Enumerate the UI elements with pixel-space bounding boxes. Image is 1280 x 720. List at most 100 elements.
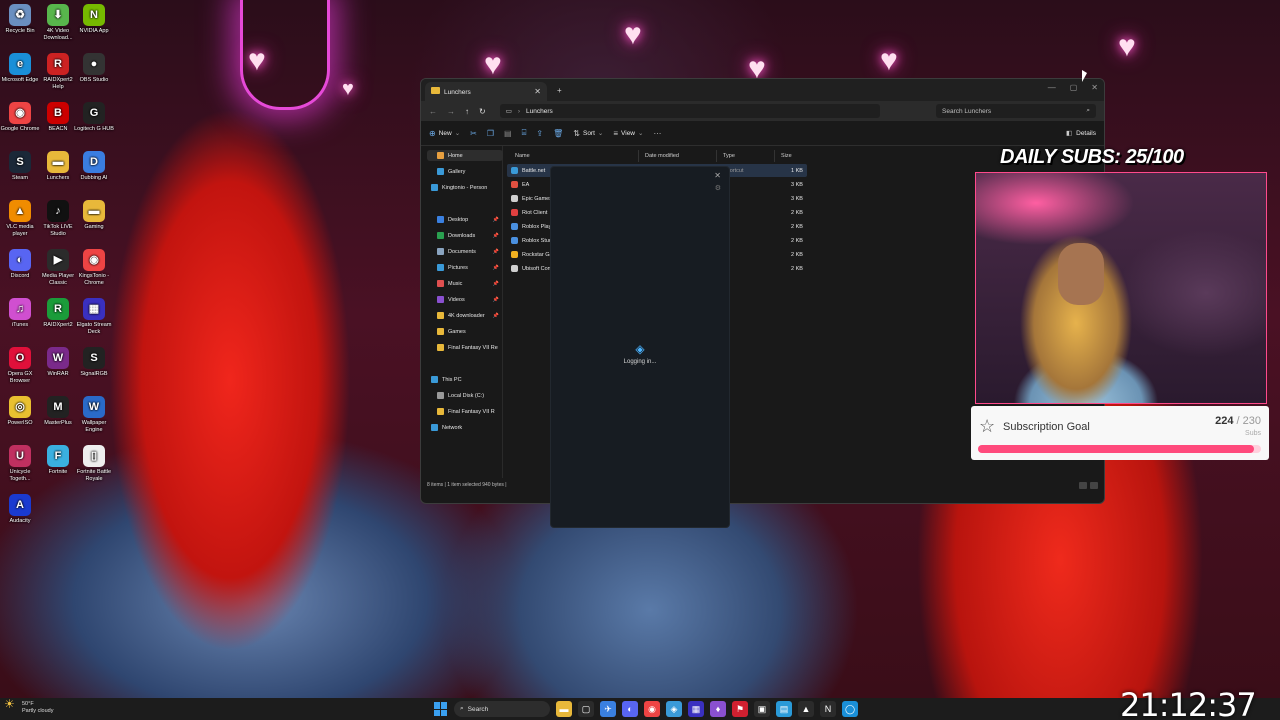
close-window-button[interactable]: ✕ — [1091, 83, 1098, 92]
desktop-icon[interactable]: ▲ VLC media player — [0, 200, 40, 237]
up-arrow-icon[interactable]: ↑ — [465, 107, 469, 116]
nav-item[interactable]: Final Fantasy VII Re — [427, 342, 503, 353]
desktop-icon[interactable]: M MasterPlus — [38, 396, 78, 427]
view-button[interactable]: ≡ View ⌄ — [613, 129, 643, 138]
app-icon: W — [47, 347, 69, 369]
desktop-icon[interactable]: S SignalRGB — [74, 347, 114, 378]
start-button[interactable] — [434, 702, 448, 716]
close-tab-icon[interactable]: ✕ — [534, 87, 541, 96]
launcher-login-window[interactable]: ✕ ⚙ ◈ Logging in... — [550, 166, 730, 528]
maximize-button[interactable]: ▢ — [1070, 83, 1078, 92]
nav-item[interactable]: Music 📌 — [427, 278, 503, 289]
desktop-icon[interactable]: ♫ iTunes — [0, 298, 40, 329]
taskbar-app-icon[interactable]: ◐ — [622, 701, 638, 717]
copy-icon[interactable]: ❐ — [487, 129, 494, 138]
desktop-icon[interactable]: W WinRAR — [38, 347, 78, 378]
nav-item[interactable]: Documents 📌 — [427, 246, 503, 257]
taskbar-app-icon[interactable]: ✈ — [600, 701, 616, 717]
refresh-icon[interactable]: ↻ — [479, 107, 486, 116]
nav-item[interactable]: Local Disk (C:) — [427, 390, 503, 401]
taskbar-app-icon[interactable]: ◉ — [644, 701, 660, 717]
new-button[interactable]: ⊕ New ⌄ — [429, 129, 460, 138]
taskbar-app-icon[interactable]: ▣ — [754, 701, 770, 717]
sort-button[interactable]: ⇅ Sort ⌄ — [573, 129, 603, 138]
back-arrow-icon[interactable]: ← — [429, 107, 437, 116]
forward-arrow-icon[interactable]: → — [447, 107, 455, 116]
cut-icon[interactable]: ✂ — [470, 129, 477, 138]
close-icon[interactable]: ✕ — [714, 171, 721, 180]
desktop-icon[interactable]: ⬇ 4K Video Download... — [38, 4, 78, 41]
desktop-icon[interactable]: D Dubbing AI — [74, 151, 114, 182]
rename-icon[interactable]: ⌸ — [522, 128, 527, 138]
nav-item[interactable]: Pictures 📌 — [427, 262, 503, 273]
nav-item[interactable]: Network — [427, 422, 503, 433]
details-view-icon[interactable] — [1079, 481, 1087, 489]
taskbar-app-icon[interactable]: ♦ — [710, 701, 726, 717]
column-header-name[interactable]: Name — [509, 150, 639, 162]
taskbar-app-icon[interactable]: ⚑ — [732, 701, 748, 717]
desktop-icon[interactable]: ♻ Recycle Bin — [0, 4, 40, 35]
nav-item-label: 4K downloader — [448, 312, 485, 319]
taskbar-app-icon[interactable]: ▤ — [776, 701, 792, 717]
desktop-icon[interactable]: B BEACN — [38, 102, 78, 133]
desktop-icon[interactable]: ▬ Lunchers — [38, 151, 78, 182]
minimize-button[interactable]: — — [1048, 83, 1056, 92]
desktop-icon[interactable]: ▬ Gaming — [74, 200, 114, 231]
desktop-icon[interactable]: R RAIDXpert2 Help — [38, 53, 78, 90]
desktop-icon[interactable]: ◎ PowerISO — [0, 396, 40, 427]
desktop-icon[interactable]: W Wallpaper Engine — [74, 396, 114, 433]
weather-widget[interactable]: ☀ 50°F Partly cloudy — [4, 698, 54, 715]
nav-item[interactable]: Games — [427, 326, 503, 337]
nav-item[interactable]: Gallery — [427, 166, 503, 177]
delete-icon[interactable]: 🗑 — [553, 129, 563, 138]
desktop-icon[interactable]: G Logitech G HUB — [74, 102, 114, 133]
desktop-icon[interactable]: R RAIDXpert2 — [38, 298, 78, 329]
desktop-icon[interactable]: ◐ Discord — [0, 249, 40, 280]
taskbar-app-icon[interactable]: ▦ — [688, 701, 704, 717]
more-options-icon[interactable]: ··· — [653, 129, 661, 138]
new-tab-button[interactable]: + — [557, 86, 562, 95]
desktop-icon[interactable]: ◉ Google Chrome — [0, 102, 40, 133]
desktop-icon[interactable]: ▦ Elgato Stream Deck — [74, 298, 114, 335]
desktop-icon[interactable]: ♪ TikTok LIVE Studio — [38, 200, 78, 237]
desktop-icon[interactable]: S Steam — [0, 151, 40, 182]
share-icon[interactable]: ⇪ — [536, 129, 543, 138]
desktop-icon[interactable]: N NVIDIA App — [74, 4, 114, 35]
taskbar-app-icon[interactable]: ▲ — [798, 701, 814, 717]
nav-item[interactable]: Home — [427, 150, 503, 161]
tab-lunchers[interactable]: Lunchers ✕ — [425, 82, 547, 101]
taskbar-app-icon[interactable]: N — [820, 701, 836, 717]
search-input[interactable]: Search Lunchers ⌕ — [936, 104, 1096, 118]
desktop-icon[interactable]: ◉ KingsTonio - Chrome — [74, 249, 114, 286]
tiles-view-icon[interactable] — [1090, 481, 1098, 489]
address-bar[interactable]: ▭ › Lunchers — [499, 104, 880, 118]
nav-item[interactable]: Videos 📌 — [427, 294, 503, 305]
nav-item[interactable]: Final Fantasy VII R — [427, 406, 503, 417]
taskbar-search[interactable]: ⌕ Search — [454, 701, 550, 717]
desktop-icon[interactable]: ▯ Fortnite Battle Royale — [74, 445, 114, 482]
nav-item[interactable]: Downloads 📌 — [427, 230, 503, 241]
nav-item[interactable]: 4K downloader 📌 — [427, 310, 503, 321]
taskbar-app-icon[interactable]: ▢ — [578, 701, 594, 717]
taskbar-app-icon[interactable]: ▬ — [556, 701, 572, 717]
desktop-icon[interactable]: A Audacity — [0, 494, 40, 525]
navigation-pane: Home Gallery Kingtonio - Person Desktop 📌 Dow… — [421, 146, 503, 492]
desktop-icon[interactable]: O Opera GX Browser — [0, 347, 40, 384]
paste-icon[interactable]: ▤ — [504, 129, 512, 138]
taskbar-app-icon[interactable]: ◯ — [842, 701, 858, 717]
column-header-size[interactable]: Size — [775, 150, 815, 162]
desktop-icon[interactable]: F Fortnite — [38, 445, 78, 476]
desktop-icon[interactable]: U Unicycle Togeth... — [0, 445, 40, 482]
gear-icon[interactable]: ⚙ — [715, 184, 721, 192]
desktop-icon[interactable]: ● OBS Studio — [74, 53, 114, 84]
column-header-date[interactable]: Date modified — [639, 150, 717, 162]
nav-item[interactable]: This PC — [427, 374, 503, 385]
desktop-icon[interactable]: ▶ Media Player Classic — [38, 249, 78, 286]
column-header-type[interactable]: Type — [717, 150, 775, 162]
title-bar[interactable]: Lunchers ✕ + — ▢ ✕ — [421, 79, 1104, 101]
details-button[interactable]: ◧ Details — [1066, 129, 1096, 138]
nav-item[interactable]: Desktop 📌 — [427, 214, 503, 225]
nav-item[interactable]: Kingtonio - Person — [427, 182, 503, 193]
desktop-icon[interactable]: e Microsoft Edge — [0, 53, 40, 84]
taskbar-app-icon[interactable]: ◈ — [666, 701, 682, 717]
